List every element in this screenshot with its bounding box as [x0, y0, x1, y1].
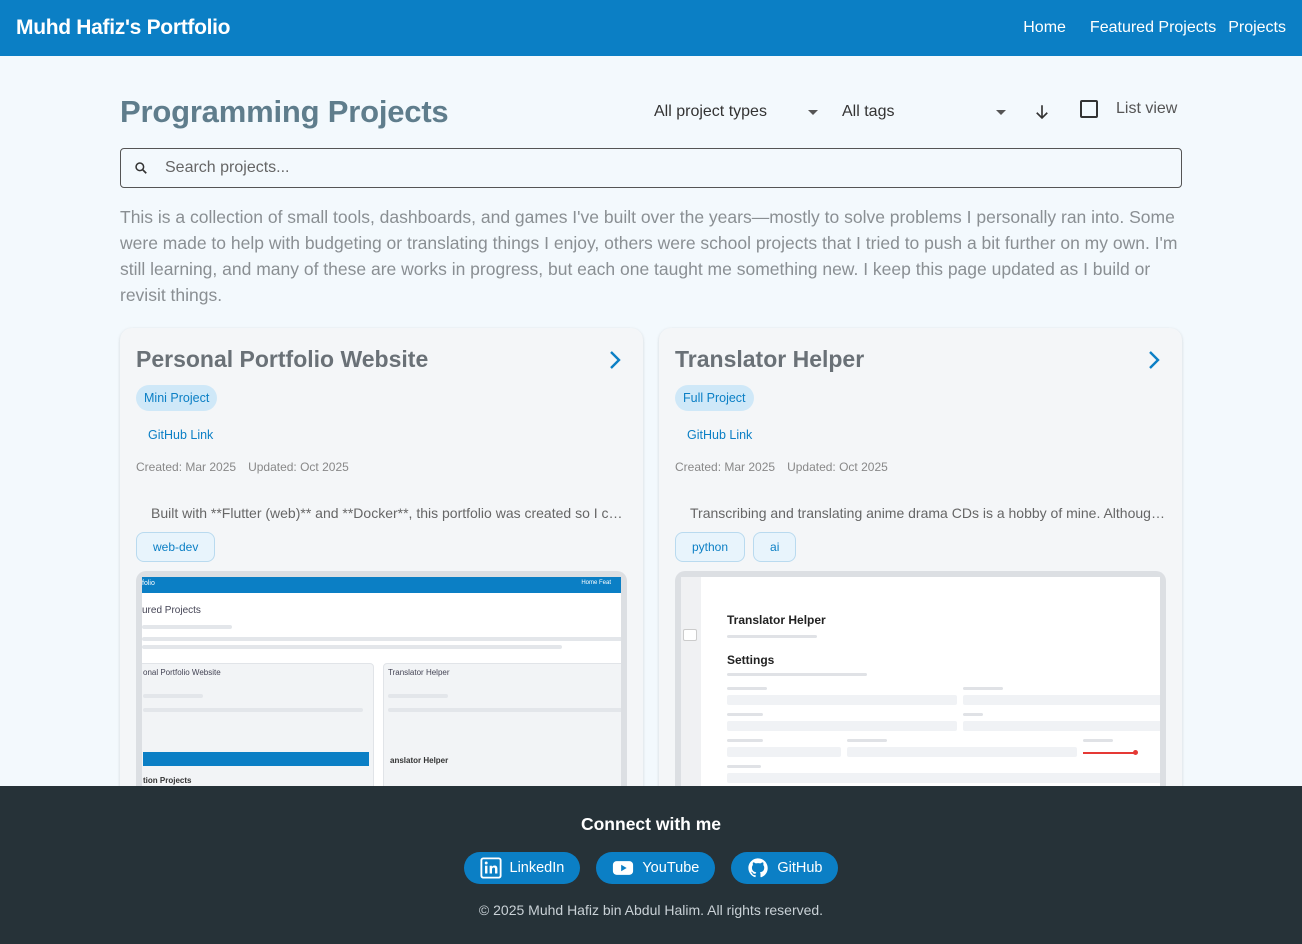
top-nav: Home Featured Projects Projects: [1023, 19, 1286, 37]
github-link[interactable]: GitHub Link: [687, 428, 752, 442]
tag-list: web-dev: [136, 532, 223, 562]
project-dates: Created: Mar 2025 Updated: Oct 2025: [675, 460, 888, 474]
search-input[interactable]: Search projects...: [120, 148, 1182, 188]
project-type-value: All project types: [654, 103, 767, 120]
linkedin-icon: [479, 857, 502, 879]
thumb-heading: ured Projects: [142, 605, 201, 616]
github-link[interactable]: GitHub Link: [148, 428, 213, 442]
list-view-checkbox[interactable]: [1080, 100, 1098, 118]
tag-chip[interactable]: python: [675, 532, 746, 562]
page-title: Programming Projects: [120, 94, 449, 129]
search-icon: [135, 162, 147, 174]
thumb-bar-nav: Home Feat: [581, 580, 611, 586]
site-brand[interactable]: Muhd Hafiz's Portfolio: [16, 16, 231, 40]
tags-value: All tags: [842, 103, 895, 120]
chevron-right-icon[interactable]: [603, 348, 627, 372]
thumb-card-title-b: Translator Helper: [388, 668, 450, 677]
project-card[interactable]: Translator Helper Full Project GitHub Li…: [659, 328, 1182, 798]
project-title: Translator Helper: [675, 346, 865, 372]
project-description: Built with **Flutter (web)** and **Docke…: [151, 505, 627, 521]
copyright: © 2025 Muhd Hafiz bin Abdul Halim. All r…: [478, 902, 824, 918]
list-view-label: List view: [1116, 100, 1178, 117]
thumb-sub-a: tion Projects: [143, 776, 192, 785]
linkedin-button[interactable]: LinkedIn: [463, 852, 581, 884]
project-type-chip: Mini Project: [136, 385, 218, 411]
project-screenshot: folio Home Feat ured Projects onal Portfo…: [136, 571, 627, 798]
caret-down-icon: [808, 110, 818, 115]
tag-chip[interactable]: web-dev: [136, 532, 216, 562]
thumb-bar-title: folio: [142, 580, 155, 587]
project-type-chip: Full Project: [675, 385, 754, 411]
github-button[interactable]: GitHub: [731, 852, 839, 884]
list-view-toggle[interactable]: List view: [1080, 100, 1177, 118]
nav-home[interactable]: Home: [1023, 19, 1066, 37]
tags-dropdown[interactable]: All tags: [842, 96, 1006, 128]
nav-featured-projects[interactable]: Featured Projects: [1090, 19, 1216, 37]
thumb-heading: Translator Helper: [727, 613, 826, 627]
caret-down-icon: [996, 110, 1006, 115]
search-placeholder: Search projects...: [165, 159, 290, 176]
arrow-down-icon: [1036, 105, 1048, 120]
nav-projects[interactable]: Projects: [1228, 19, 1286, 37]
site-footer: Connect with me LinkedIn YouTube GitHub: [0, 786, 1302, 944]
project-dates: Created: Mar 2025 Updated: Oct 2025: [136, 460, 349, 474]
footer-heading: Connect with me: [580, 814, 721, 834]
github-icon: [748, 858, 769, 878]
updated-date: Updated: Oct 2025: [248, 460, 349, 474]
thumb-sub-b: anslator Helper: [390, 756, 449, 765]
youtube-icon: [613, 861, 634, 875]
sort-direction-button[interactable]: [1028, 98, 1056, 126]
created-date: Created: Mar 2025: [136, 460, 237, 474]
chevron-right-icon[interactable]: [1142, 348, 1166, 372]
tag-chip[interactable]: ai: [753, 532, 797, 562]
project-type-dropdown[interactable]: All project types: [654, 96, 818, 128]
app-bar: Muhd Hafiz's Portfolio Home Featured Pro…: [0, 0, 1302, 56]
project-card[interactable]: Personal Portfolio Website Mini Project …: [120, 328, 643, 798]
project-title: Personal Portfolio Website: [136, 346, 429, 372]
project-description: Transcribing and translating anime drama…: [690, 505, 1166, 521]
project-screenshot: Translator Helper Settings: [675, 571, 1166, 798]
created-date: Created: Mar 2025: [675, 460, 776, 474]
intro-text: This is a collection of small tools, das…: [120, 207, 1178, 305]
youtube-label: YouTube: [642, 860, 700, 876]
tag-list: python ai: [675, 532, 804, 562]
social-links: LinkedIn YouTube GitHub: [0, 852, 1302, 884]
thumb-card-title-a: onal Portfolio Website: [143, 668, 221, 677]
youtube-button[interactable]: YouTube: [596, 852, 716, 884]
thumb-settings-heading: Settings: [727, 653, 775, 667]
linkedin-label: LinkedIn: [509, 860, 565, 876]
updated-date: Updated: Oct 2025: [787, 460, 888, 474]
github-label: GitHub: [777, 860, 823, 876]
